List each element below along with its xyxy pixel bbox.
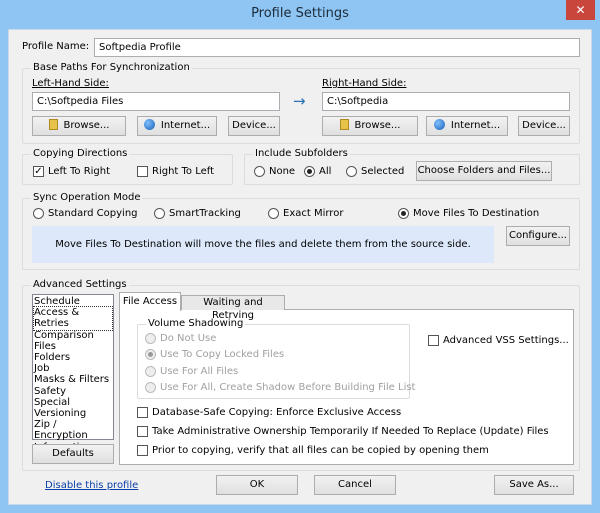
profile-name-label: Profile Name: <box>22 41 90 52</box>
right-internet-button[interactable]: Internet... <box>426 116 508 136</box>
defaults-button[interactable]: Defaults <box>32 444 114 464</box>
left-browse-button[interactable]: Browse... <box>32 116 126 136</box>
choose-folders-button[interactable]: Choose Folders and Files... <box>416 161 552 181</box>
ok-button[interactable]: OK <box>216 475 298 495</box>
category-item[interactable]: Special <box>34 397 112 408</box>
volume-shadowing-title: Volume Shadowing <box>146 318 246 329</box>
subfolders-all-label: All <box>319 166 332 177</box>
advanced-vss-label: Advanced VSS Settings... <box>443 335 569 346</box>
copying-directions-title: Copying Directions <box>31 148 130 159</box>
right-browse-button[interactable]: Browse... <box>322 116 418 136</box>
save-as-button[interactable]: Save As... <box>494 475 574 495</box>
button-label: Internet... <box>450 120 501 131</box>
right-to-left-label: Right To Left <box>152 166 215 177</box>
profile-name-input[interactable]: Softpedia Profile <box>94 38 580 57</box>
globe-icon <box>433 119 445 130</box>
left-side-label: Left-Hand Side: <box>32 78 109 89</box>
smarttracking-label: SmartTracking <box>169 208 241 219</box>
subfolders-all-radio[interactable] <box>304 166 315 177</box>
vs-do-not-use-radio[interactable] <box>145 333 156 344</box>
admin-ownership-checkbox[interactable] <box>137 426 148 437</box>
move-files-radio[interactable] <box>398 208 409 219</box>
exact-mirror-radio[interactable] <box>268 208 279 219</box>
cancel-button[interactable]: Cancel <box>314 475 396 495</box>
standard-copying-label: Standard Copying <box>48 208 138 219</box>
category-item[interactable]: Access & Retries <box>33 306 113 331</box>
admin-ownership-label: Take Administrative Ownership Temporaril… <box>152 426 549 437</box>
globe-icon <box>143 119 155 130</box>
configure-button[interactable]: Configure... <box>506 226 570 246</box>
tab-waiting-retrying[interactable]: Waiting and Retrying <box>181 295 285 321</box>
vs-create-shadow-radio[interactable] <box>145 382 156 393</box>
button-label: Browse... <box>354 120 401 131</box>
left-to-right-checkbox[interactable]: ✓ <box>33 166 44 177</box>
exact-mirror-label: Exact Mirror <box>283 208 344 219</box>
left-to-right-label: Left To Right <box>48 166 111 177</box>
category-item[interactable]: Comparison <box>34 330 112 341</box>
subfolders-selected-label: Selected <box>361 166 405 177</box>
tab-file-access[interactable]: File Access <box>119 292 181 311</box>
move-files-label: Move Files To Destination <box>413 208 540 219</box>
standard-copying-radio[interactable] <box>33 208 44 219</box>
right-to-left-checkbox[interactable] <box>137 166 148 177</box>
right-path-input[interactable]: C:\Softpedia <box>322 92 570 111</box>
folder-icon <box>48 119 58 130</box>
verify-files-label: Prior to copying, verify that all files … <box>152 445 489 456</box>
vs-all-files-label: Use For All Files <box>160 366 239 377</box>
sync-mode-title: Sync Operation Mode <box>31 192 143 203</box>
left-device-button[interactable]: Device... <box>228 116 280 136</box>
advanced-vss-checkbox[interactable] <box>428 335 439 346</box>
folder-icon <box>339 119 349 130</box>
subfolders-selected-radio[interactable] <box>346 166 357 177</box>
vs-all-files-radio[interactable] <box>145 366 156 377</box>
advanced-category-list[interactable]: Schedule Access & Retries Comparison Files F… <box>32 294 114 453</box>
database-safe-checkbox[interactable] <box>137 407 148 418</box>
vs-do-not-use-label: Do Not Use <box>160 333 217 344</box>
left-internet-button[interactable]: Internet... <box>137 116 217 136</box>
button-label: Internet... <box>160 120 211 131</box>
category-item[interactable]: Safety <box>34 386 112 397</box>
category-item[interactable]: Schedule <box>34 296 112 307</box>
vs-locked-files-radio[interactable] <box>145 349 156 360</box>
category-item[interactable]: Zip / Encryption <box>34 419 112 441</box>
database-safe-label: Database-Safe Copying: Enforce Exclusive… <box>152 407 402 418</box>
left-path-input[interactable]: C:\Softpedia Files <box>32 92 280 111</box>
sync-mode-info-box: Move Files To Destination will move the … <box>32 226 494 263</box>
window-title: Profile Settings <box>251 6 349 21</box>
close-button[interactable]: ✕ <box>566 0 595 20</box>
include-subfolders-title: Include Subfolders <box>253 148 350 159</box>
right-side-label: Right-Hand Side: <box>322 78 407 89</box>
vs-create-shadow-label: Use For All, Create Shadow Before Buildi… <box>160 382 416 393</box>
verify-files-checkbox[interactable] <box>137 445 148 456</box>
category-item[interactable]: Files <box>34 341 112 352</box>
smarttracking-radio[interactable] <box>154 208 165 219</box>
category-item[interactable]: Versioning <box>34 408 112 419</box>
arrow-right-icon: → <box>293 92 306 110</box>
category-item[interactable]: Job <box>34 363 112 374</box>
button-label: Browse... <box>63 120 110 131</box>
category-item[interactable]: Folders <box>34 352 112 363</box>
subfolders-none-label: None <box>269 166 296 177</box>
advanced-settings-title: Advanced Settings <box>31 279 129 290</box>
base-paths-title: Base Paths For Synchronization <box>31 62 192 73</box>
disable-profile-link[interactable]: Disable this profile <box>45 480 138 491</box>
category-item[interactable]: Masks & Filters <box>34 374 112 385</box>
right-device-button[interactable]: Device... <box>518 116 570 136</box>
vs-locked-files-label: Use To Copy Locked Files <box>160 349 285 360</box>
subfolders-none-radio[interactable] <box>254 166 265 177</box>
